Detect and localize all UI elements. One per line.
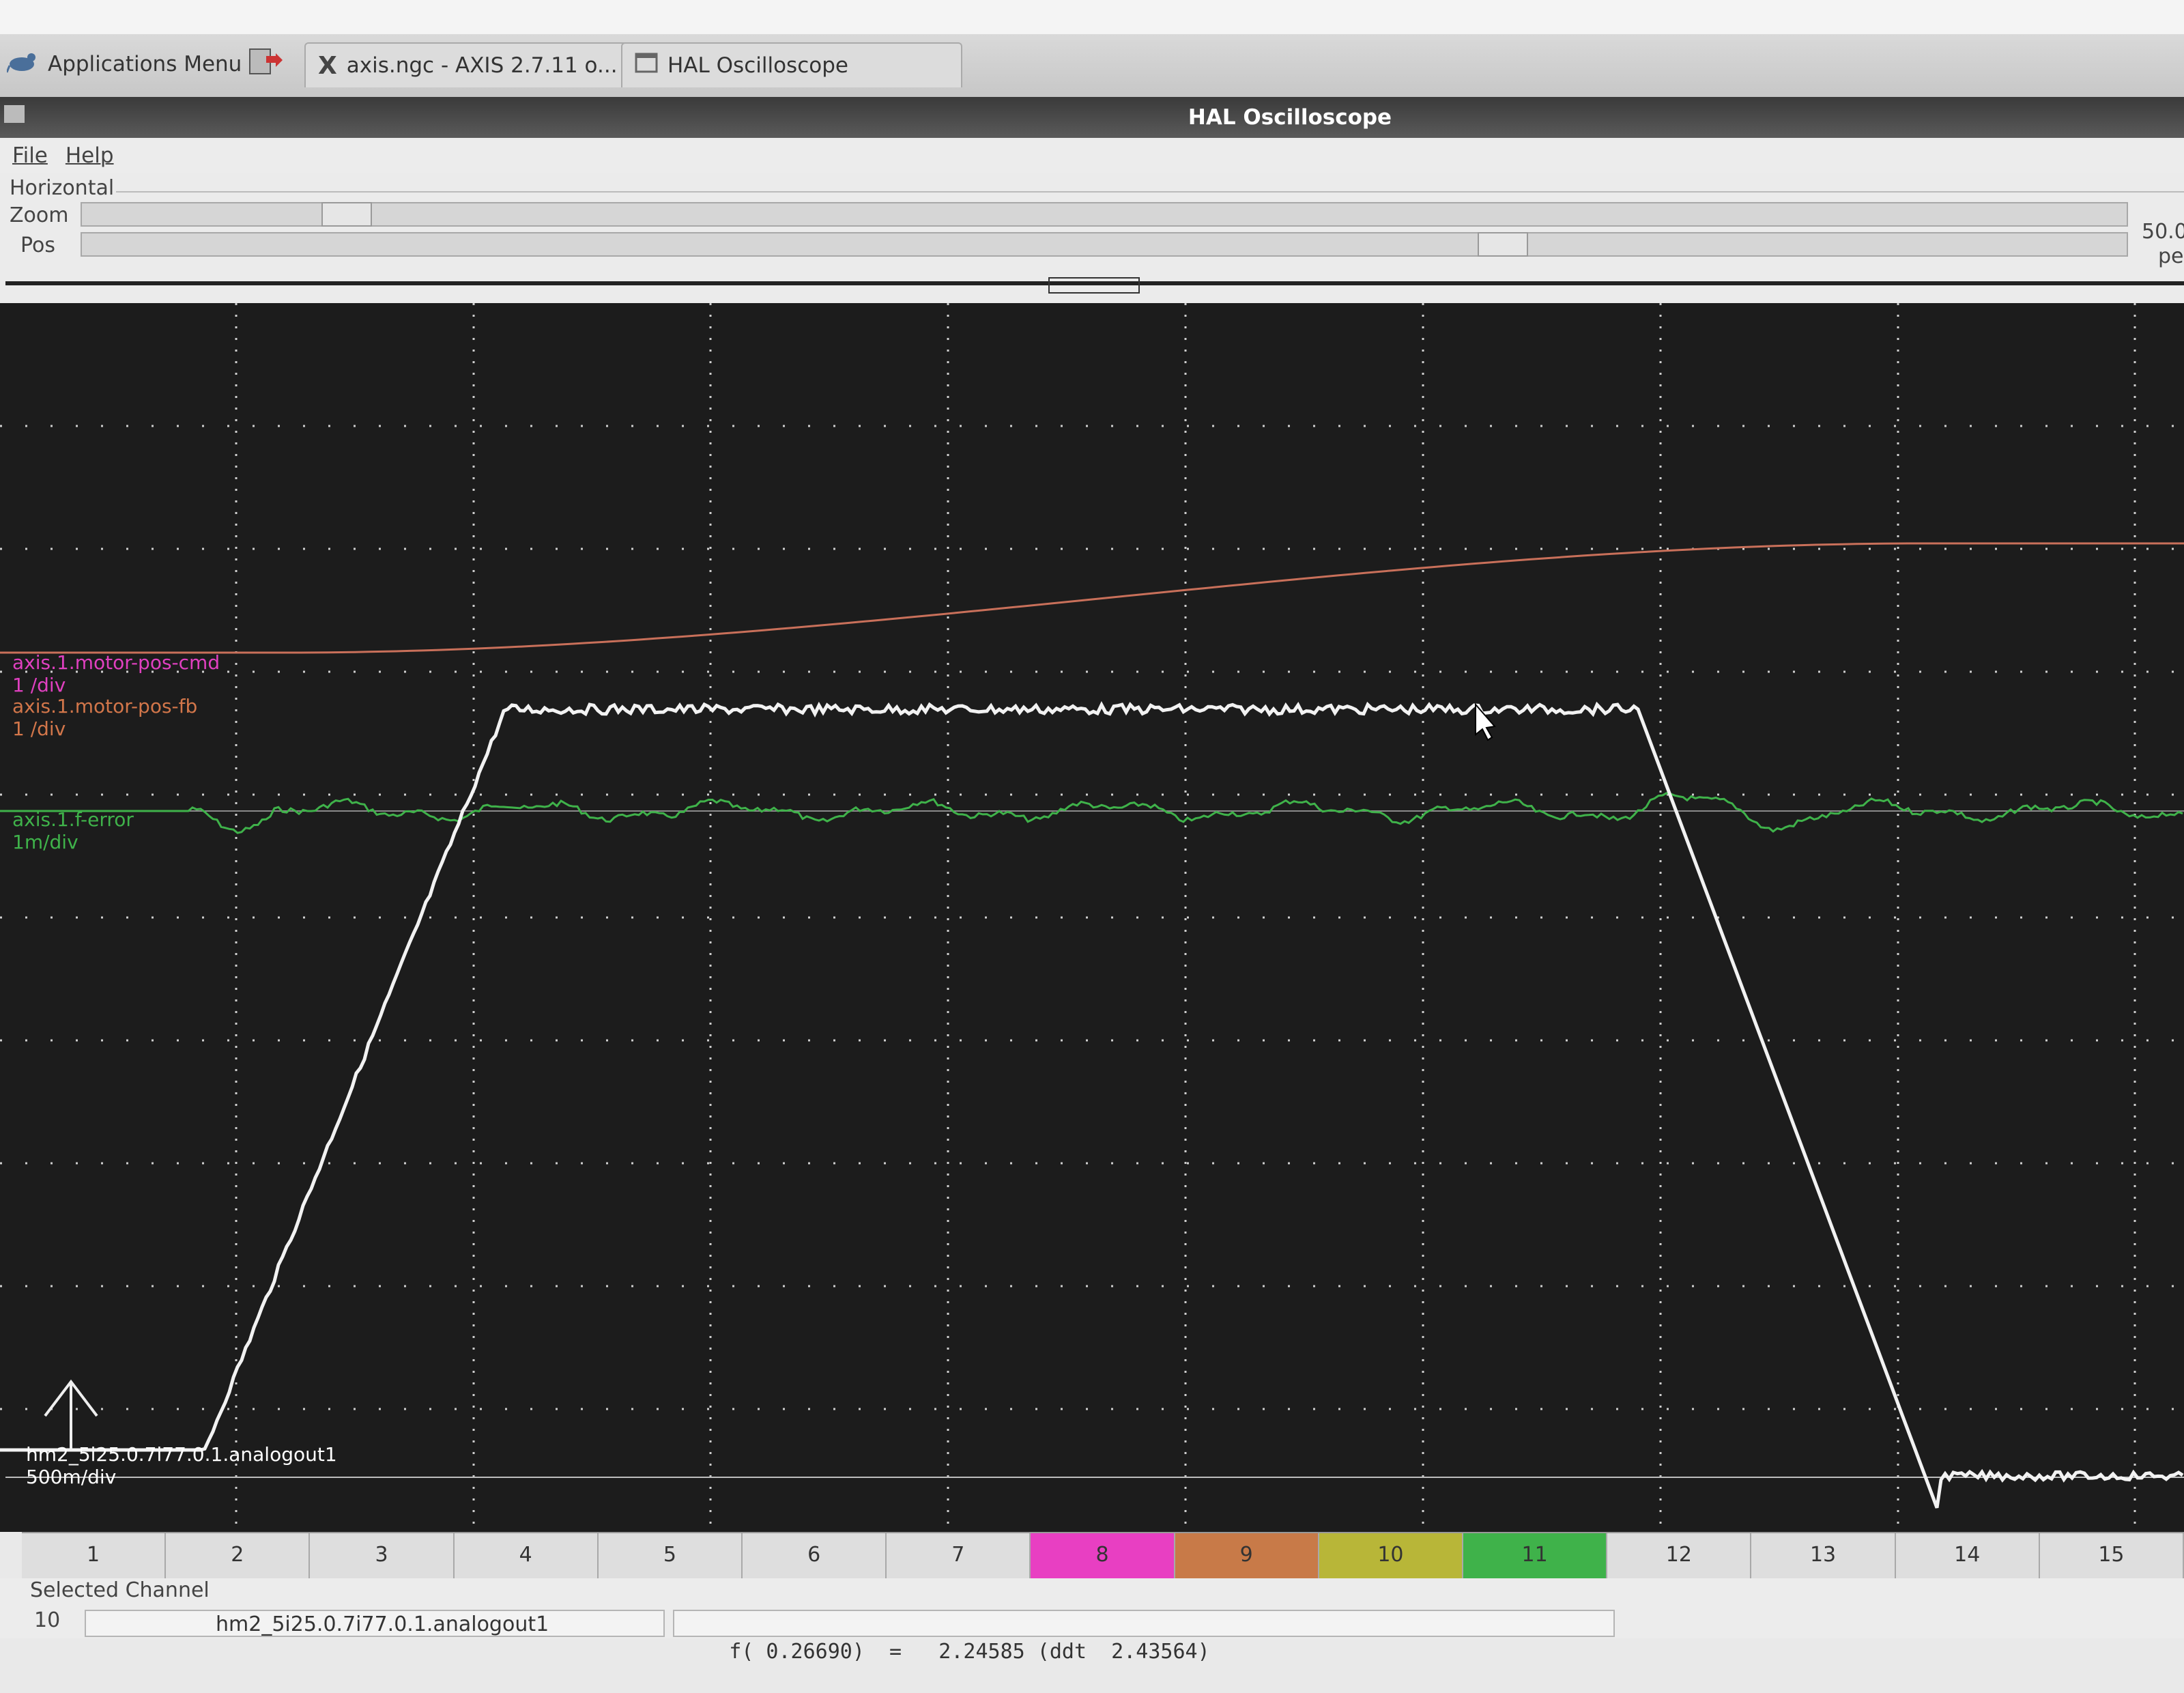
channel-button-12[interactable]: 12 xyxy=(1607,1533,1752,1580)
selected-channel-number: 10 xyxy=(34,1608,61,1632)
selected-channel-panel: Selected Channel 10 hm2_5i25.0.7i77.0.1.… xyxy=(0,1578,2184,1664)
channel-label-pos-cmd: axis.1.motor-pos-cmd 1 /div xyxy=(12,651,220,696)
task-hal-oscilloscope-label: HAL Oscilloscope xyxy=(667,53,848,78)
channel-label-f-error: axis.1.f-error 1m/div xyxy=(12,808,134,853)
scope-canvas xyxy=(0,303,2184,1532)
channel-button-7[interactable]: 7 xyxy=(887,1533,1031,1580)
zoom-slider-thumb[interactable] xyxy=(321,202,372,227)
channel-button-3[interactable]: 3 xyxy=(310,1533,455,1580)
menu-help[interactable]: Help xyxy=(66,143,114,168)
channel-name: axis.1.motor-pos-cmd xyxy=(12,651,220,674)
channel-label-analogout1: hm2_5i25.0.7i77.0.1.analogout1 500m/div xyxy=(26,1443,337,1488)
section-divider xyxy=(116,191,2184,193)
channel-selector-bar: 1 2 3 4 5 6 7 8 9 10 11 12 13 14 15 xyxy=(22,1532,2184,1580)
channel-button-11[interactable]: 11 xyxy=(1463,1533,1608,1580)
window-icon xyxy=(635,53,658,79)
taskbar: Applications Menu X axis.ngc - AXIS 2.7.… xyxy=(0,34,2184,98)
horizontal-section-label: Horizontal xyxy=(10,176,115,200)
window-launcher-icon xyxy=(248,46,284,82)
task-axis[interactable]: X axis.ngc - AXIS 2.7.11 o... xyxy=(304,42,637,87)
applications-menu-label: Applications Menu xyxy=(48,52,242,76)
x-window-icon: X xyxy=(318,51,337,80)
channel-button-14[interactable]: 14 xyxy=(1896,1533,2040,1580)
channel-button-4[interactable]: 4 xyxy=(455,1533,599,1580)
channel-scale: 500m/div xyxy=(26,1466,117,1488)
pos-slider-thumb[interactable] xyxy=(1478,232,1528,257)
scope-grid xyxy=(0,303,2184,1532)
channel-button-2[interactable]: 2 xyxy=(166,1533,311,1580)
cursor-readout: f( 0.26690) = 2.24585 (ddt 2.43564) xyxy=(673,1610,1615,1664)
channel-button-6[interactable]: 6 xyxy=(743,1533,887,1580)
horizontal-panel: Horizontal Zoom Pos 50.0 pe xyxy=(0,173,2184,303)
menu-file[interactable]: File xyxy=(12,143,48,168)
channel-label-pos-fb: axis.1.motor-pos-fb 1 /div xyxy=(12,695,197,740)
task-axis-label: axis.ngc - AXIS 2.7.11 o... xyxy=(346,53,618,78)
trace-analogout1 xyxy=(0,700,2184,1509)
selected-channel-label: Selected Channel xyxy=(30,1578,210,1602)
channel-scale: 1m/div xyxy=(12,831,78,853)
channel-button-10[interactable]: 10 xyxy=(1319,1533,1464,1580)
window-titlebar[interactable]: HAL Oscilloscope xyxy=(0,97,2184,138)
channel-button-1[interactable]: 1 xyxy=(22,1533,167,1580)
selected-channel-name-field[interactable]: hm2_5i25.0.7i77.0.1.analogout1 xyxy=(85,1610,665,1637)
launcher-button[interactable] xyxy=(248,42,293,86)
channel-name: hm2_5i25.0.7i77.0.1.analogout1 xyxy=(26,1443,337,1466)
display-window-marker xyxy=(1048,277,1140,294)
window-title: HAL Oscilloscope xyxy=(1188,105,1392,130)
channel-button-9[interactable]: 9 xyxy=(1175,1533,1319,1580)
channel-scale: 1 /div xyxy=(12,674,66,696)
pos-slider[interactable] xyxy=(81,232,2128,257)
selected-channel-name: hm2_5i25.0.7i77.0.1.analogout1 xyxy=(216,1612,549,1636)
channel-name: axis.1.motor-pos-fb xyxy=(12,695,198,717)
trigger-arrow-icon xyxy=(44,1379,98,1450)
horizontal-readout-bottom: pe xyxy=(2158,244,2184,268)
trace-f-error xyxy=(0,792,2183,834)
channel-button-8[interactable]: 8 xyxy=(1031,1533,1175,1580)
menubar: File Help xyxy=(0,138,2184,173)
trace-motor-pos-cmd xyxy=(0,542,2184,654)
pos-label: Pos xyxy=(20,233,56,257)
cursor-readout-text: f( 0.26690) = 2.24585 (ddt 2.43564) xyxy=(729,1640,1210,1664)
mouse-logo-icon xyxy=(5,48,38,81)
channel-button-15[interactable]: 15 xyxy=(2040,1533,2184,1580)
task-hal-oscilloscope[interactable]: HAL Oscilloscope xyxy=(621,42,962,87)
zoom-label: Zoom xyxy=(10,203,69,227)
channel-scale: 1 /div xyxy=(12,717,66,740)
channel-button-13[interactable]: 13 xyxy=(1751,1533,1896,1580)
applications-menu-button[interactable]: Applications Menu xyxy=(5,42,242,86)
channel-button-5[interactable]: 5 xyxy=(599,1533,743,1580)
screen-top-edge xyxy=(0,0,2184,34)
zoom-slider[interactable] xyxy=(81,202,2128,227)
oscilloscope-display[interactable]: axis.1.motor-pos-cmd 1 /div axis.1.motor… xyxy=(0,303,2184,1532)
horizontal-readout-top: 50.0 xyxy=(2142,220,2184,244)
channel-name: axis.1.f-error xyxy=(12,808,134,831)
